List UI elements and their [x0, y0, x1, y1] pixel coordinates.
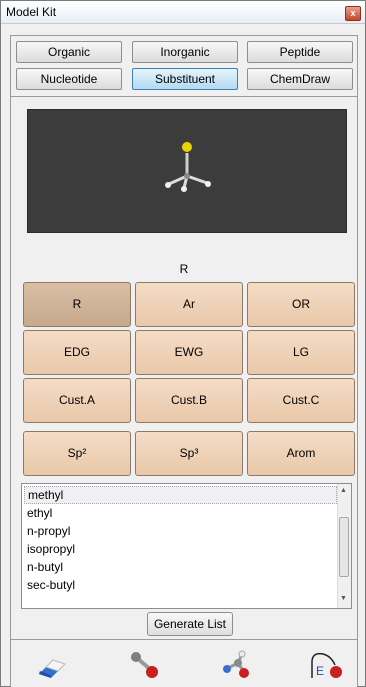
scroll-down-icon[interactable]: ▼ — [340, 595, 347, 602]
scrollbar-thumb[interactable] — [339, 517, 349, 577]
tab-organic[interactable]: Organic — [16, 41, 122, 63]
substituent-list[interactable]: methyl ethyl n-propyl isopropyl n-butyl … — [21, 483, 352, 609]
tab-chemdraw[interactable]: ChemDraw — [247, 68, 353, 90]
window-title: Model Kit — [6, 5, 57, 19]
model-kit-window: Model Kit x Organic Inorganic Peptide Nu… — [0, 0, 366, 687]
group-button-ar[interactable]: Ar — [135, 282, 243, 327]
list-scrollbar[interactable]: ▲ ▼ — [337, 484, 351, 608]
title-bar: Model Kit x — [1, 1, 365, 24]
group-button-arom[interactable]: Arom — [247, 431, 355, 476]
molecule-preview[interactable] — [27, 109, 347, 233]
element-icon[interactable]: E — [307, 648, 347, 680]
bond-icon[interactable] — [124, 648, 164, 680]
list-item[interactable]: n-butyl — [24, 558, 337, 576]
close-icon[interactable]: x — [345, 6, 361, 21]
tab-substituent[interactable]: Substituent — [132, 68, 238, 90]
tab-peptide[interactable]: Peptide — [247, 41, 353, 63]
group-button-lg[interactable]: LG — [247, 330, 355, 375]
list-item[interactable]: isopropyl — [24, 540, 337, 558]
group-button-ewg[interactable]: EWG — [135, 330, 243, 375]
list-item[interactable]: ethyl — [24, 504, 337, 522]
group-button-edg[interactable]: EDG — [23, 330, 131, 375]
group-button-custom-a[interactable]: Cust.A — [23, 378, 131, 423]
list-item[interactable]: sec-butyl — [24, 576, 337, 594]
group-button-custom-c[interactable]: Cust.C — [247, 378, 355, 423]
eraser-icon[interactable] — [31, 648, 71, 680]
scroll-up-icon[interactable]: ▲ — [340, 487, 347, 494]
tool-bar: E — [10, 639, 358, 687]
group-button-custom-b[interactable]: Cust.B — [135, 378, 243, 423]
group-button-or[interactable]: OR — [247, 282, 355, 327]
element-symbol: E — [316, 664, 324, 678]
generate-list-button[interactable]: Generate List — [147, 612, 233, 636]
group-button-r[interactable]: R — [23, 282, 131, 327]
methyl-fragment-icon — [165, 142, 211, 192]
category-tabs: Organic Inorganic Peptide Nucleotide Sub… — [10, 35, 358, 97]
fragment-icon[interactable] — [216, 648, 256, 680]
list-item[interactable]: n-propyl — [24, 522, 337, 540]
selected-group-label: R — [179, 262, 189, 276]
list-item[interactable]: methyl — [24, 486, 337, 504]
tab-inorganic[interactable]: Inorganic — [132, 41, 238, 63]
group-button-sp3[interactable]: Sp³ — [135, 431, 243, 476]
group-button-sp2[interactable]: Sp² — [23, 431, 131, 476]
tab-nucleotide[interactable]: Nucleotide — [16, 68, 122, 90]
substituent-panel: R R Ar OR EDG EWG LG Cust.A Cust.B Cust.… — [10, 96, 358, 640]
